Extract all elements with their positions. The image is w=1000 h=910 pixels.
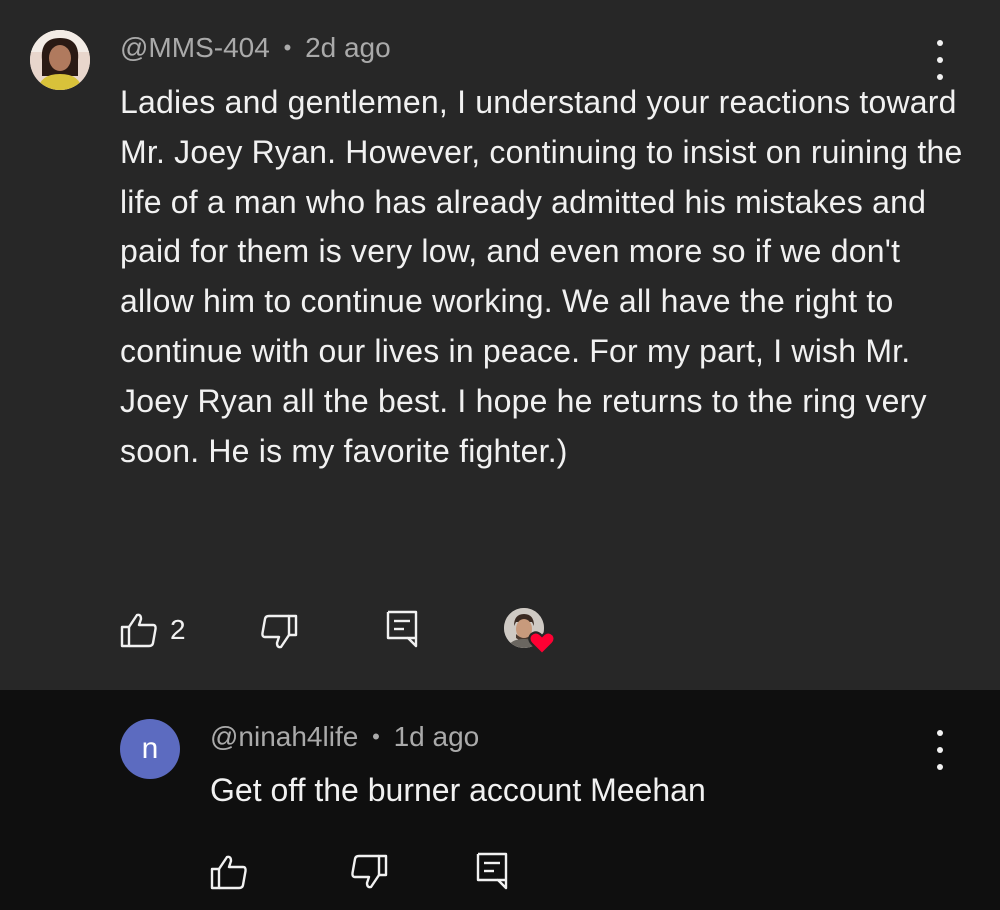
- reply-button[interactable]: [476, 852, 508, 890]
- comment-timestamp[interactable]: 1d ago: [394, 721, 480, 752]
- like-button[interactable]: 2: [120, 612, 186, 648]
- avatar[interactable]: [30, 30, 90, 90]
- reply-avatar[interactable]: n: [120, 719, 180, 779]
- more-vert-icon[interactable]: [930, 730, 950, 770]
- dislike-button[interactable]: [350, 854, 388, 890]
- like-button[interactable]: [210, 854, 248, 890]
- comment-card: @MMS-404 • 2d ago Ladies and gentlemen, …: [0, 0, 1000, 690]
- dislike-button[interactable]: [260, 614, 298, 650]
- user-photo-icon: [30, 30, 90, 90]
- thumb-up-icon: [120, 613, 157, 648]
- comment-text: Ladies and gentlemen, I understand your …: [120, 84, 963, 469]
- like-count: 2: [170, 614, 186, 645]
- more-vert-icon[interactable]: [930, 40, 950, 80]
- reply-icon: [386, 610, 418, 648]
- meta-separator: •: [372, 724, 380, 749]
- thumb-down-icon: [351, 854, 388, 889]
- author-handle[interactable]: @MMS-404: [120, 32, 270, 63]
- creator-heart-badge: [504, 608, 556, 656]
- heart-icon: [528, 631, 556, 656]
- reply-text: Get off the burner account Meehan: [210, 772, 706, 808]
- reply-header: @ninah4life • 1d ago: [210, 721, 479, 753]
- comment-header: @MMS-404 • 2d ago: [120, 32, 391, 64]
- comment-timestamp[interactable]: 2d ago: [305, 32, 391, 63]
- author-handle[interactable]: @ninah4life: [210, 721, 358, 752]
- meta-separator: •: [283, 35, 292, 60]
- thumb-up-icon: [210, 855, 247, 890]
- thumb-down-icon: [261, 614, 298, 649]
- reply-icon: [476, 852, 508, 890]
- reply-button[interactable]: [386, 610, 418, 648]
- avatar-letter: n: [141, 732, 159, 765]
